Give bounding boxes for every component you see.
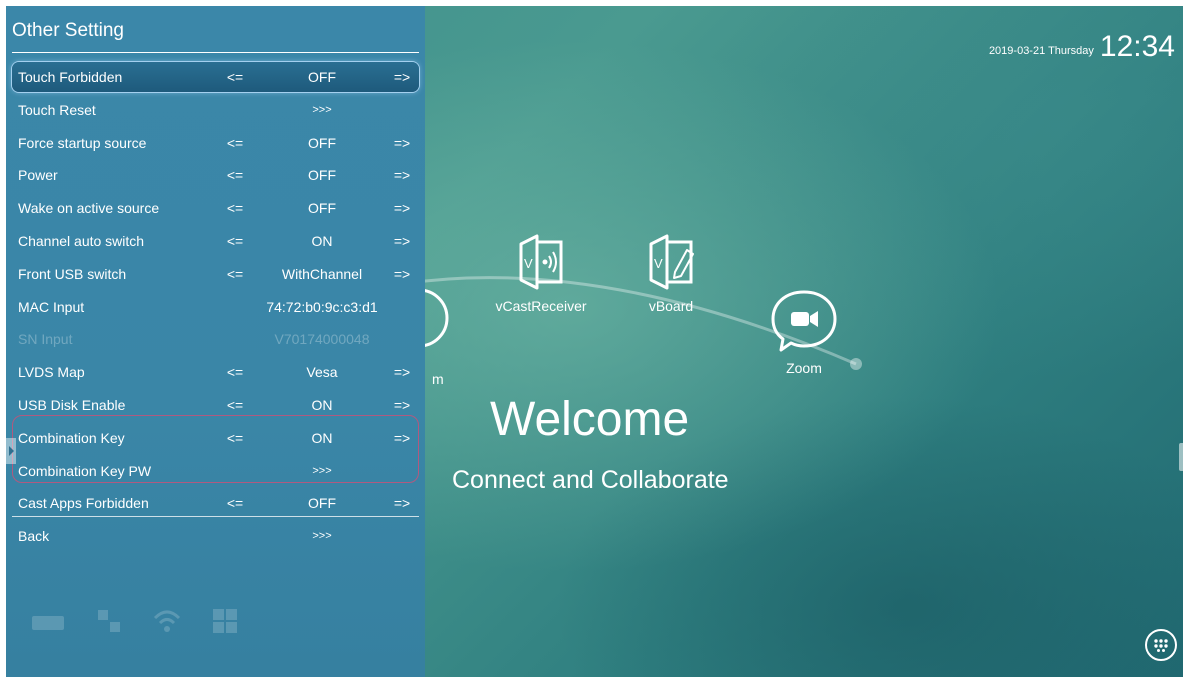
increase-arrow[interactable]: => <box>387 495 417 511</box>
decrease-arrow[interactable]: <= <box>220 135 250 151</box>
faded-source-icons <box>30 606 240 636</box>
setting-value: ON <box>311 429 333 446</box>
setting-label: USB Disk Enable <box>18 397 126 413</box>
setting-row-back[interactable]: Back >>> <box>12 521 419 551</box>
setting-row-combination-key[interactable]: Combination Key <= ON => <box>12 423 419 453</box>
welcome-heading: Welcome <box>490 393 690 446</box>
setting-value: ON <box>311 397 333 413</box>
other-setting-panel: Other Setting Touch Forbidden <= OFF => Touc… <box>6 6 425 677</box>
setting-row-touch-forbidden[interactable]: Touch Forbidden <= OFF => <box>12 62 419 92</box>
faded-windows-icon <box>213 609 237 633</box>
setting-label: Touch Forbidden <box>18 69 123 85</box>
increase-arrow[interactable]: => <box>387 430 417 446</box>
increase-arrow[interactable]: => <box>387 233 417 249</box>
app-vboard-label: vBoard <box>648 298 694 314</box>
setting-value: OFF <box>308 167 336 184</box>
decrease-arrow[interactable]: <= <box>220 397 250 413</box>
decrease-arrow[interactable]: <= <box>220 364 250 380</box>
decrease-arrow[interactable]: <= <box>220 233 250 249</box>
increase-arrow[interactable]: => <box>387 364 417 380</box>
setting-value: V70174000048 <box>274 331 370 348</box>
setting-label: MAC Input <box>18 298 85 315</box>
increase-arrow[interactable]: => <box>387 397 417 413</box>
vboard-icon: V <box>649 234 694 290</box>
setting-row-cast-apps-forbidden[interactable]: Cast Apps Forbidden <= OFF => <box>12 488 419 518</box>
vcast-receiver-icon: V <box>519 234 563 290</box>
grid-icon <box>1154 639 1168 652</box>
setting-row-touch-reset[interactable]: Touch Reset >>> <box>12 95 419 125</box>
setting-label: Cast Apps Forbidden <box>18 495 149 512</box>
setting-row-force-startup-source[interactable]: Force startup source <= OFF => <box>12 128 419 158</box>
setting-row-power[interactable]: Power <= OFF => <box>12 160 419 190</box>
setting-row-channel-auto-switch[interactable]: Channel auto switch <= ON => <box>12 226 419 256</box>
setting-label: Power <box>18 167 58 184</box>
setting-row-combination-key-pw[interactable]: Combination Key PW >>> <box>12 456 419 486</box>
decrease-arrow[interactable]: <= <box>220 430 250 446</box>
app-zoom-label: Zoom <box>786 360 822 376</box>
setting-label: Channel auto switch <box>18 233 145 249</box>
partial-app-label: m <box>432 371 444 387</box>
enter-indicator[interactable]: >>> <box>255 530 389 542</box>
setting-row-usb-disk-enable[interactable]: USB Disk Enable <= ON => <box>12 390 419 420</box>
setting-row-wake-on-active-source[interactable]: Wake on active source <= OFF => <box>12 193 419 223</box>
zoom-icon <box>771 290 837 352</box>
setting-value: OFF <box>308 134 336 151</box>
app-vcastreceiver[interactable]: V vCastReceiver <box>486 232 596 314</box>
setting-value: 74:72:b0:9c:c3:d1 <box>266 298 378 315</box>
left-edge-handle[interactable] <box>6 438 16 464</box>
increase-arrow[interactable]: => <box>387 266 417 282</box>
setting-row-sn-input: SN Input V70174000048 <box>12 324 419 354</box>
increase-arrow[interactable]: => <box>387 135 417 151</box>
setting-value: WithChannel <box>281 265 363 282</box>
faded-hdmi-icon <box>32 616 64 630</box>
decrease-arrow[interactable]: <= <box>220 167 250 183</box>
setting-value: OFF <box>308 495 336 512</box>
panel-title: Other Setting <box>12 20 124 41</box>
decrease-arrow[interactable]: <= <box>220 69 250 85</box>
setting-label: Combination Key <box>18 429 125 446</box>
setting-label: SN Input <box>18 331 73 348</box>
setting-label: Touch Reset <box>18 101 96 118</box>
setting-value: Vesa <box>306 364 338 381</box>
setting-label: Force startup source <box>18 134 147 151</box>
app-vboard[interactable]: V vBoard <box>616 232 726 314</box>
app-vcastreceiver-label: vCastReceiver <box>495 298 587 314</box>
decrease-arrow[interactable]: <= <box>220 200 250 216</box>
clock-date: 2019-03-21 Thursday <box>988 45 1094 57</box>
increase-arrow[interactable]: => <box>387 200 417 216</box>
setting-row-front-usb-switch[interactable]: Front USB switch <= WithChannel => <box>12 259 419 289</box>
welcome-tagline: Connect and Collaborate <box>452 466 729 494</box>
app-zoom[interactable]: Zoom <box>756 288 852 376</box>
setting-value: OFF <box>308 69 336 85</box>
svg-text:V: V <box>654 256 663 271</box>
clock-time: 12:34 <box>1099 30 1175 63</box>
decrease-arrow[interactable]: <= <box>220 495 250 511</box>
decrease-arrow[interactable]: <= <box>220 266 250 282</box>
setting-row-mac-input[interactable]: MAC Input 74:72:b0:9c:c3:d1 <box>12 292 419 322</box>
setting-label: Back <box>18 528 50 545</box>
increase-arrow[interactable]: => <box>387 167 417 183</box>
setting-label: Wake on active source <box>18 200 160 217</box>
clock: 2019-03-21 Thursday 12:34 <box>989 32 1175 62</box>
faded-wifi-icon <box>153 610 181 632</box>
all-apps-button[interactable] <box>1145 629 1177 661</box>
desktop-screen: 2019-03-21 Thursday 12:34 m V vCastRecei… <box>6 6 1183 677</box>
enter-indicator[interactable]: >>> <box>255 104 389 116</box>
back-divider <box>12 516 419 517</box>
faded-network-icon <box>98 610 120 632</box>
setting-row-lvds-map[interactable]: LVDS Map <= Vesa => <box>12 357 419 387</box>
setting-label: Front USB switch <box>18 265 127 282</box>
setting-label: Combination Key PW <box>18 462 152 479</box>
setting-value: ON <box>311 233 333 249</box>
setting-label: LVDS Map <box>18 364 85 381</box>
increase-arrow[interactable]: => <box>387 69 417 85</box>
setting-value: OFF <box>308 200 336 217</box>
enter-indicator[interactable]: >>> <box>255 465 389 477</box>
svg-text:V: V <box>524 256 533 271</box>
right-edge-handle[interactable] <box>1179 443 1183 471</box>
title-divider <box>12 52 419 53</box>
